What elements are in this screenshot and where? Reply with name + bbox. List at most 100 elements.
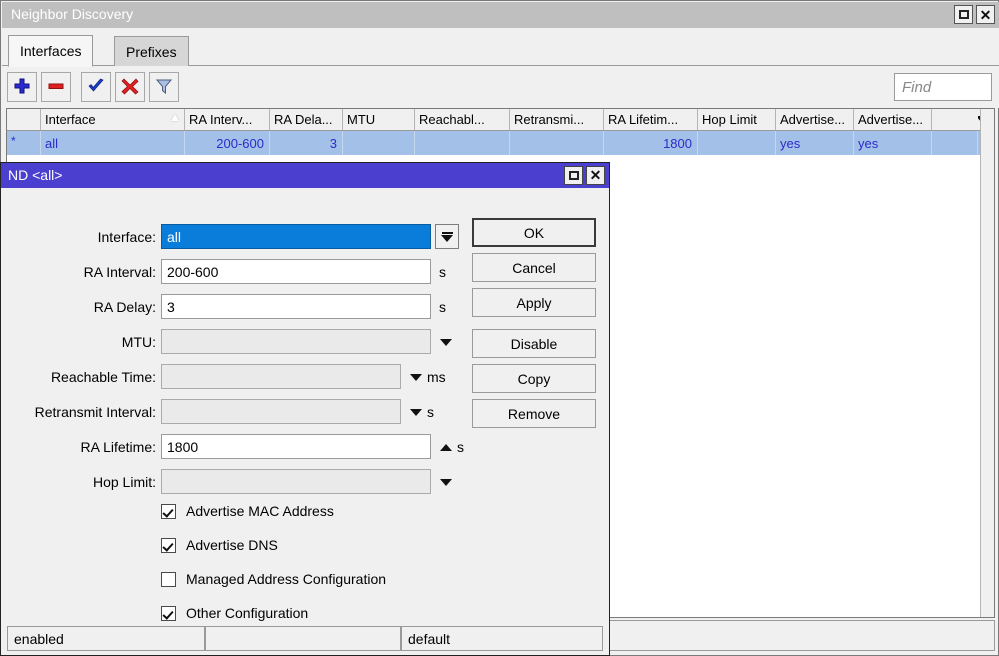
- apply-button[interactable]: Apply: [472, 288, 596, 317]
- cross-button[interactable]: [115, 72, 145, 102]
- column-header-label: Reachabl...: [419, 112, 485, 127]
- find-placeholder: Find: [902, 79, 931, 96]
- dialog-body: Interface:allRA Interval:200-600sRA Dela…: [1, 188, 609, 655]
- button-label: OK: [524, 225, 544, 241]
- dropdown-bar-icon: [442, 232, 453, 234]
- field-input[interactable]: [161, 469, 431, 494]
- table-cell: [698, 131, 776, 155]
- cross-icon: [121, 77, 139, 98]
- status-panel: enabled: [7, 626, 205, 651]
- interface-dropdown-button[interactable]: [435, 224, 459, 249]
- cell-value: yes: [858, 136, 878, 151]
- field-dropdown-arrow[interactable]: [437, 434, 455, 460]
- field-value: 3: [167, 299, 175, 315]
- field-label: Hop Limit:: [1, 469, 156, 495]
- checkbox-checked-icon[interactable]: [161, 504, 176, 519]
- window-restore-button[interactable]: [954, 5, 973, 24]
- vertical-scrollbar[interactable]: [980, 109, 994, 617]
- form-row: RA Lifetime:1800s: [1, 434, 471, 460]
- table-cell: [7, 131, 41, 155]
- table-column-header[interactable]: MTU: [343, 109, 415, 130]
- window-close-button[interactable]: ✕: [976, 5, 995, 24]
- checkbox-label: Advertise DNS: [186, 537, 278, 553]
- checkbox-other-configuration[interactable]: Other Configuration: [161, 602, 308, 624]
- field-dropdown-arrow[interactable]: [407, 399, 425, 425]
- form-row: Hop Limit:: [1, 469, 471, 495]
- dialog-restore-button[interactable]: [564, 166, 583, 185]
- table-cell: [343, 131, 415, 155]
- field-label: RA Lifetime:: [1, 434, 156, 460]
- cell-value: 200-600: [216, 136, 264, 151]
- table-column-header[interactable]: RA Lifetim...: [604, 109, 698, 130]
- table-column-header[interactable]: Advertise...: [776, 109, 854, 130]
- nd-detail-dialog: ND <all> ✕ Interface:all RA Interval:200-…: [0, 162, 610, 656]
- find-input[interactable]: Find: [894, 73, 992, 101]
- table-cell: [415, 131, 510, 155]
- checkbox-unchecked-icon[interactable]: [161, 572, 176, 587]
- checkbox-checked-icon[interactable]: [161, 538, 176, 553]
- field-input[interactable]: [161, 364, 401, 389]
- table-row[interactable]: * all200-60031800yesyes: [7, 131, 994, 155]
- filter-button[interactable]: [149, 72, 179, 102]
- tab-interfaces[interactable]: Interfaces: [8, 35, 93, 67]
- table-column-header[interactable]: [7, 109, 41, 130]
- field-dropdown-arrow[interactable]: [407, 364, 425, 390]
- field-input[interactable]: [161, 329, 431, 354]
- table-column-header[interactable]: Hop Limit: [698, 109, 776, 130]
- checkbox-advertise-mac-address[interactable]: Advertise MAC Address: [161, 500, 334, 522]
- table-column-header[interactable]: RA Dela...: [270, 109, 343, 130]
- status-panel: [205, 626, 401, 651]
- restore-icon: [959, 10, 969, 19]
- table-column-header[interactable]: RA Interv...: [185, 109, 270, 130]
- field-input[interactable]: [161, 399, 401, 424]
- minus-button[interactable]: [41, 72, 71, 102]
- disable-button[interactable]: Disable: [472, 329, 596, 358]
- column-header-label: Advertise...: [780, 112, 845, 127]
- table-column-header[interactable]: [932, 109, 978, 130]
- field-dropdown-arrow[interactable]: [437, 469, 455, 495]
- field-dropdown-arrow[interactable]: [437, 329, 455, 355]
- field-label: Retransmit Interval:: [1, 399, 156, 425]
- column-header-label: MTU: [347, 112, 375, 127]
- chevron-down-icon: [440, 339, 452, 346]
- field-input[interactable]: 3: [161, 294, 431, 319]
- checkbox-advertise-dns[interactable]: Advertise DNS: [161, 534, 278, 556]
- check-button[interactable]: [81, 72, 111, 102]
- table-header-row: InterfaceRA Interv...RA Dela... MTU Reacha…: [7, 109, 994, 131]
- table-column-header[interactable]: Interface: [41, 109, 185, 130]
- cell-value: all: [45, 136, 58, 151]
- field-label: MTU:: [1, 329, 156, 355]
- table-cell: yes: [854, 131, 932, 155]
- column-header-label: Advertise...: [858, 112, 923, 127]
- form-row: Interface:all: [1, 224, 471, 250]
- column-header-label: Retransmi...: [514, 112, 584, 127]
- checkbox-managed-address-configuration[interactable]: Managed Address Configuration: [161, 568, 386, 590]
- ok-button[interactable]: OK: [472, 218, 596, 247]
- table-cell: 3: [270, 131, 343, 155]
- dialog-title: ND <all>: [8, 167, 62, 183]
- checkbox-checked-icon[interactable]: [161, 606, 176, 621]
- checkbox-label: Advertise MAC Address: [186, 503, 334, 519]
- form-row: RA Interval:200-600s: [1, 259, 471, 285]
- cell-value: 3: [330, 136, 337, 151]
- field-label: Reachable Time:: [1, 364, 156, 390]
- tab-prefixes[interactable]: Prefixes: [114, 36, 189, 66]
- plus-button[interactable]: [7, 72, 37, 102]
- field-unit: ms: [427, 364, 446, 390]
- field-input[interactable]: 200-600: [161, 259, 431, 284]
- field-label: RA Interval:: [1, 259, 156, 285]
- table-column-header[interactable]: Advertise...: [854, 109, 932, 130]
- copy-button[interactable]: Copy: [472, 364, 596, 393]
- button-label: Remove: [508, 406, 560, 422]
- table-column-header[interactable]: Reachabl...: [415, 109, 510, 130]
- field-input[interactable]: 1800: [161, 434, 431, 459]
- close-icon: ✕: [590, 167, 602, 184]
- table-column-header[interactable]: Retransmi...: [510, 109, 604, 130]
- form-row: Retransmit Interval:s: [1, 399, 471, 425]
- button-label: Apply: [516, 295, 551, 311]
- dialog-close-button[interactable]: ✕: [586, 166, 605, 185]
- remove-button[interactable]: Remove: [472, 399, 596, 428]
- cancel-button[interactable]: Cancel: [472, 253, 596, 282]
- column-header-label: RA Lifetim...: [608, 112, 678, 127]
- field-input[interactable]: all: [161, 224, 431, 249]
